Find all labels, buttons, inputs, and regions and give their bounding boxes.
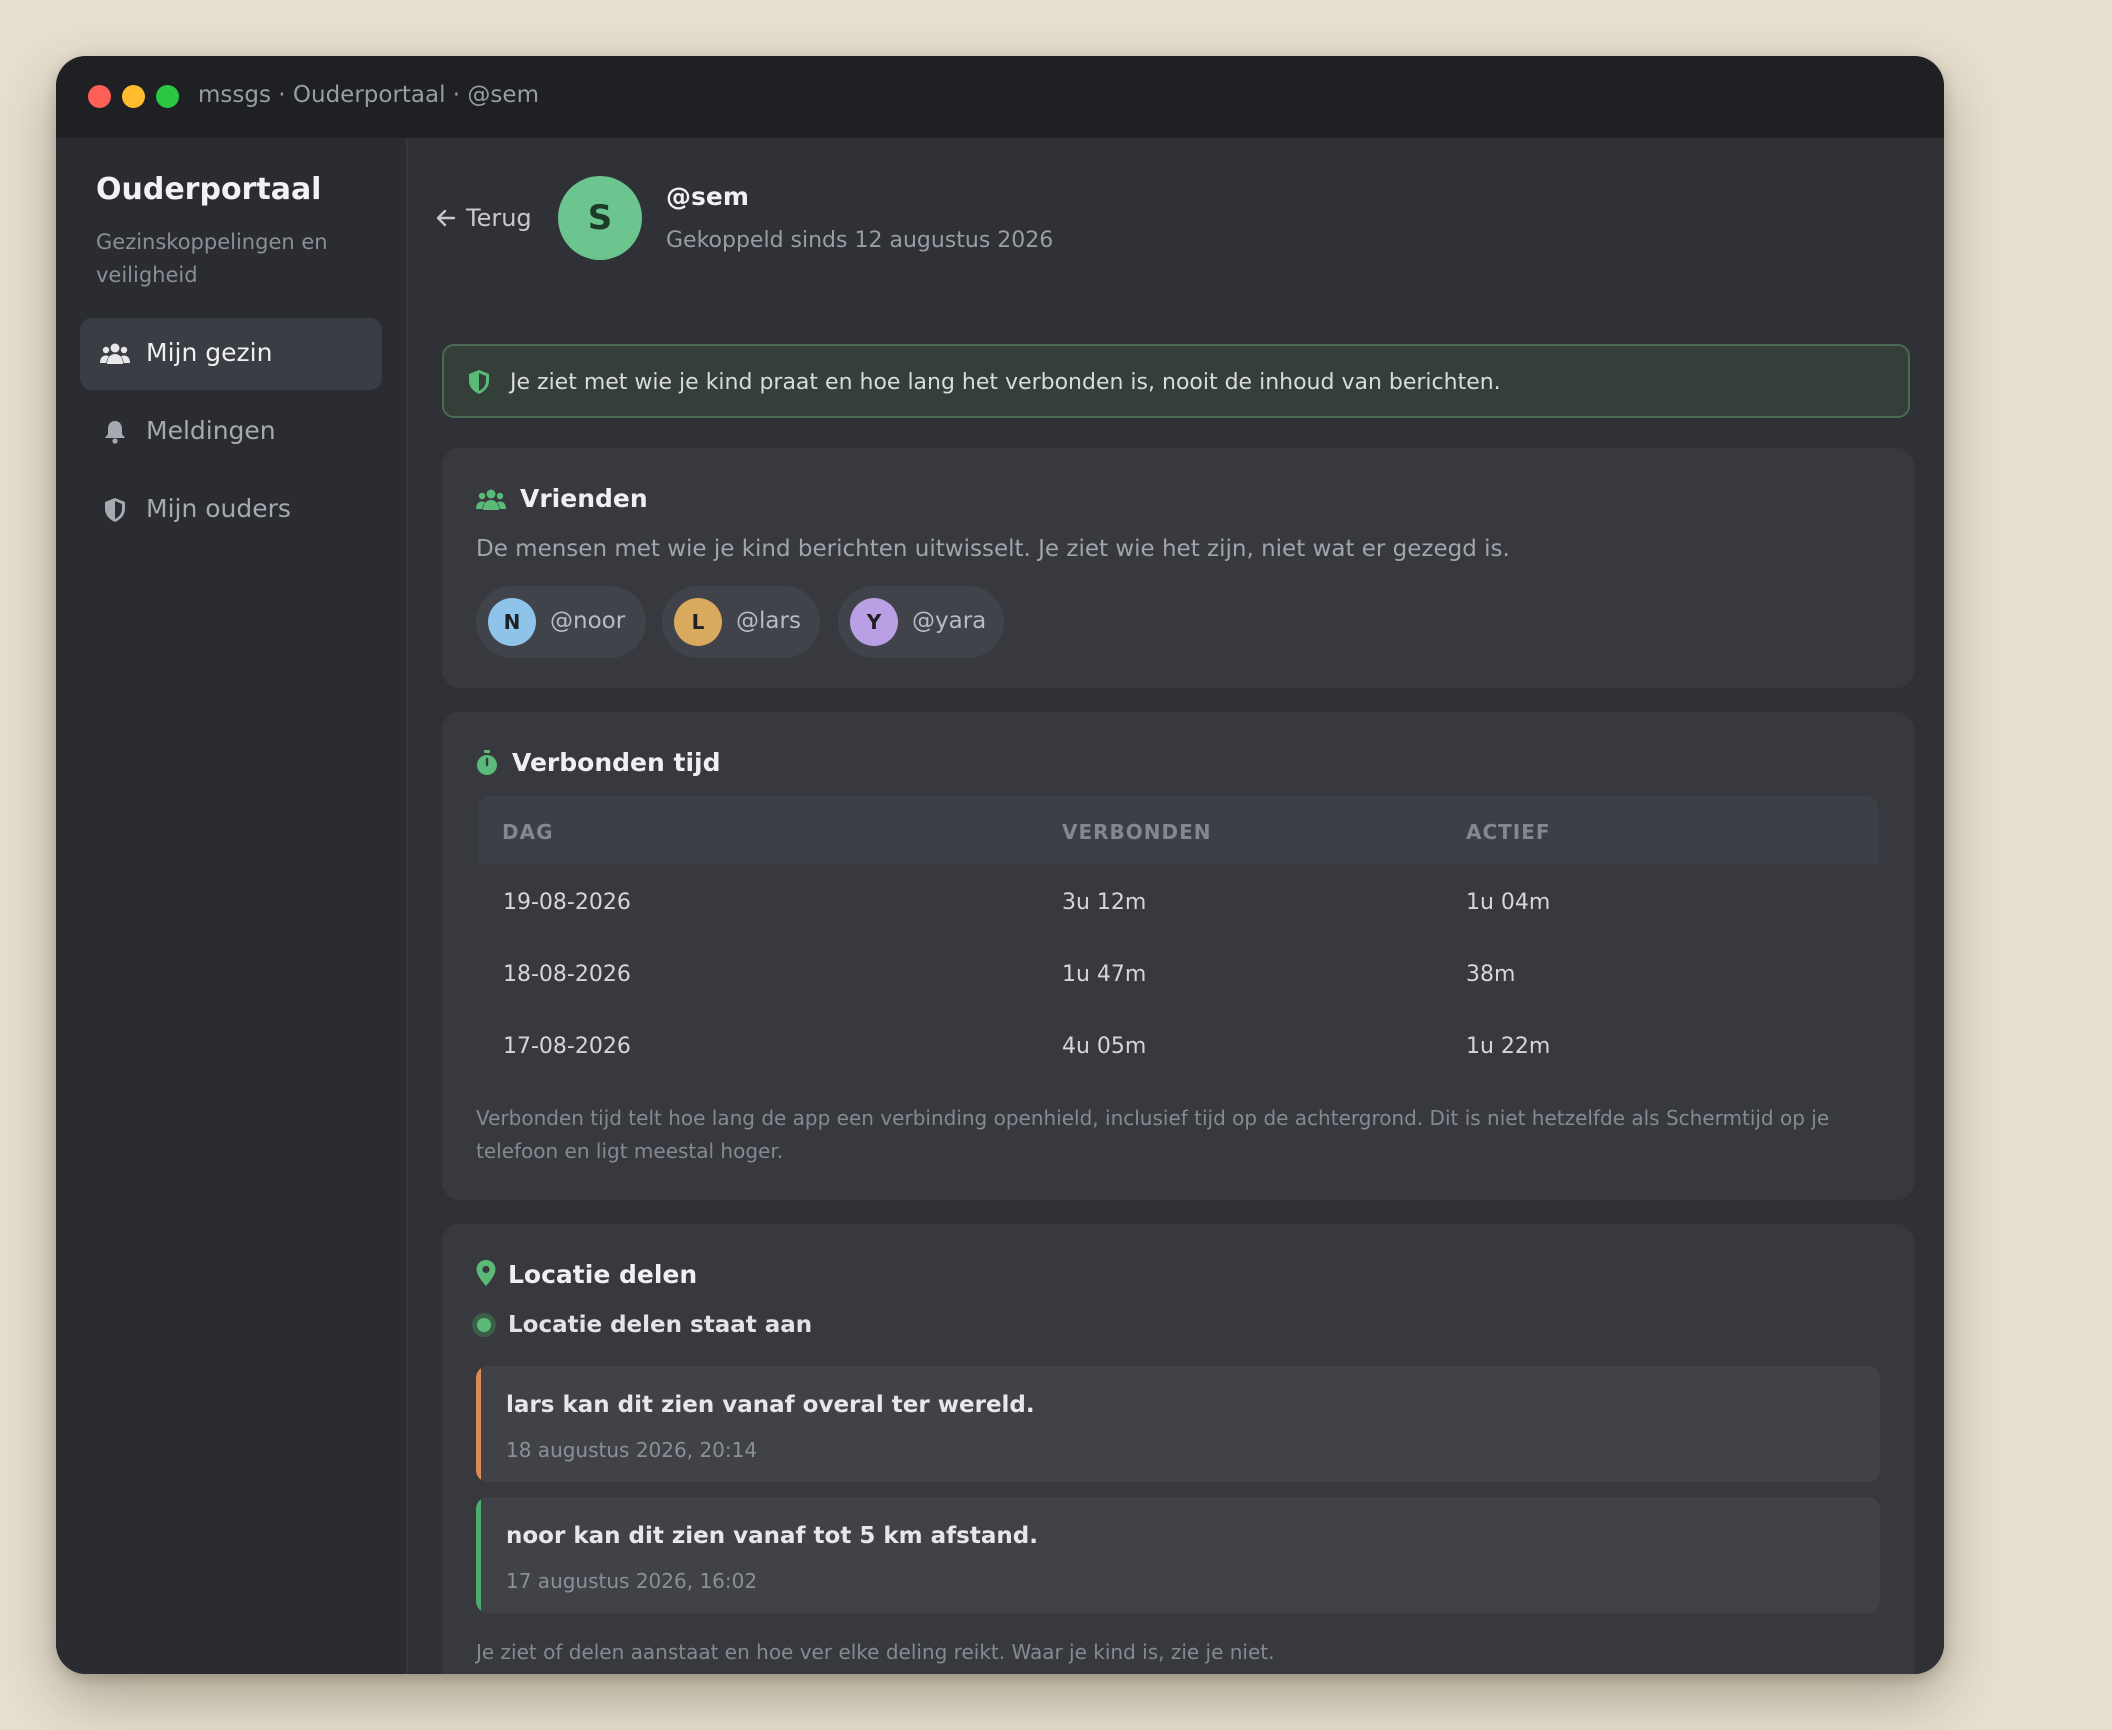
- sidebar-item-label: Mijn gezin: [146, 338, 273, 367]
- back-button[interactable]: Terug: [436, 198, 532, 238]
- maximize-window-button[interactable]: [156, 85, 179, 108]
- sidebar-item-mijn-gezin[interactable]: Mijn gezin: [80, 318, 382, 390]
- linked-since: Gekoppeld sinds 12 augustus 2026: [666, 228, 1054, 253]
- arrow-left-icon: [436, 209, 456, 227]
- location-share-item: lars kan dit zien vanaf overal ter werel…: [476, 1366, 1880, 1482]
- location-share-item: noor kan dit zien vanaf tot 5 km afstand…: [476, 1497, 1880, 1613]
- location-title: Locatie delen: [508, 1260, 698, 1289]
- shield-icon: [469, 370, 489, 394]
- stopwatch-icon: [477, 750, 497, 775]
- friends-card: Vrienden De mensen met wie je kind beric…: [442, 448, 1914, 688]
- minimize-window-button[interactable]: [122, 85, 145, 108]
- avatar: L: [674, 598, 722, 646]
- cell-day: 19-08-2026: [503, 890, 631, 915]
- share-accent-bar: [476, 1366, 481, 1482]
- friends-description: De mensen met wie je kind berichten uitw…: [476, 536, 1510, 562]
- users-icon: [476, 489, 506, 510]
- friend-chip-yara[interactable]: Y @yara: [838, 586, 1004, 658]
- sidebar: Ouderportaal Gezinskoppelingen en veilig…: [56, 138, 408, 1674]
- connected-time-footnote: Verbonden tijd telt hoe lang de app een …: [476, 1106, 1830, 1163]
- connected-time-title: Verbonden tijd: [512, 748, 721, 777]
- friend-handle: @noor: [550, 608, 626, 634]
- share-date: 18 augustus 2026, 20:14: [506, 1438, 758, 1462]
- share-date: 17 augustus 2026, 16:02: [506, 1569, 758, 1593]
- share-accent-bar: [476, 1497, 481, 1613]
- location-pin-icon: [476, 1260, 496, 1286]
- share-text: noor kan dit zien vanaf tot 5 km afstand…: [506, 1523, 1038, 1549]
- connected-time-card: Verbonden tijd DAG VERBONDEN ACTIEF 19-0…: [442, 712, 1914, 1200]
- friend-chip-lars[interactable]: L @lars: [662, 586, 820, 658]
- location-status-label: Locatie delen staat aan: [508, 1312, 813, 1338]
- child-handle: @sem: [666, 182, 749, 211]
- column-header-dag: DAG: [502, 820, 554, 844]
- window-title: mssgs · Ouderportaal · @sem: [198, 82, 539, 108]
- bell-icon: [105, 421, 125, 444]
- friend-chip-noor[interactable]: N @noor: [476, 586, 646, 658]
- friend-handle: @lars: [736, 608, 801, 634]
- sidebar-subtitle: Gezinskoppelingen en veiligheid: [96, 230, 328, 287]
- privacy-notice: Je ziet met wie je kind praat en hoe lan…: [442, 344, 1910, 418]
- cell-connected: 3u 12m: [1062, 890, 1147, 915]
- friend-handle: @yara: [912, 608, 987, 634]
- avatar: N: [488, 598, 536, 646]
- sidebar-item-mijn-ouders[interactable]: Mijn ouders: [80, 474, 382, 546]
- cell-active: 1u 22m: [1466, 1034, 1551, 1059]
- close-window-button[interactable]: [88, 85, 111, 108]
- column-header-actief: ACTIEF: [1466, 820, 1551, 844]
- cell-active: 1u 04m: [1466, 890, 1551, 915]
- sidebar-item-label: Meldingen: [146, 416, 276, 445]
- table-header: DAG VERBONDEN ACTIEF: [478, 796, 1878, 864]
- avatar: Y: [850, 598, 898, 646]
- share-text: lars kan dit zien vanaf overal ter werel…: [506, 1392, 1035, 1418]
- cell-day: 17-08-2026: [503, 1034, 631, 1059]
- shield-icon: [105, 498, 125, 522]
- friends-title: Vrienden: [520, 484, 648, 513]
- location-status: Locatie delen staat aan: [472, 1312, 812, 1338]
- cell-connected: 4u 05m: [1062, 1034, 1147, 1059]
- main-content: Terug S @sem Gekoppeld sinds 12 augustus…: [408, 138, 1944, 1674]
- cell-connected: 1u 47m: [1062, 962, 1147, 987]
- cell-active: 38m: [1466, 962, 1516, 987]
- title-bar: mssgs · Ouderportaal · @sem: [56, 56, 1944, 138]
- app-window: mssgs · Ouderportaal · @sem Ouderportaal…: [56, 56, 1944, 1674]
- back-label: Terug: [466, 204, 532, 232]
- sidebar-item-meldingen[interactable]: Meldingen: [80, 396, 382, 468]
- child-avatar: S: [558, 176, 642, 260]
- column-header-verbonden: VERBONDEN: [1062, 820, 1212, 844]
- status-indicator: [472, 1313, 496, 1337]
- sidebar-item-label: Mijn ouders: [146, 494, 291, 523]
- location-card: Locatie delen Locatie delen staat aan la…: [442, 1224, 1914, 1674]
- location-footnote: Je ziet of delen aanstaat en hoe ver elk…: [476, 1640, 1275, 1664]
- sidebar-title: Ouderportaal: [96, 172, 322, 207]
- cell-day: 18-08-2026: [503, 962, 631, 987]
- users-icon: [100, 343, 130, 364]
- privacy-notice-text: Je ziet met wie je kind praat en hoe lan…: [510, 370, 1501, 395]
